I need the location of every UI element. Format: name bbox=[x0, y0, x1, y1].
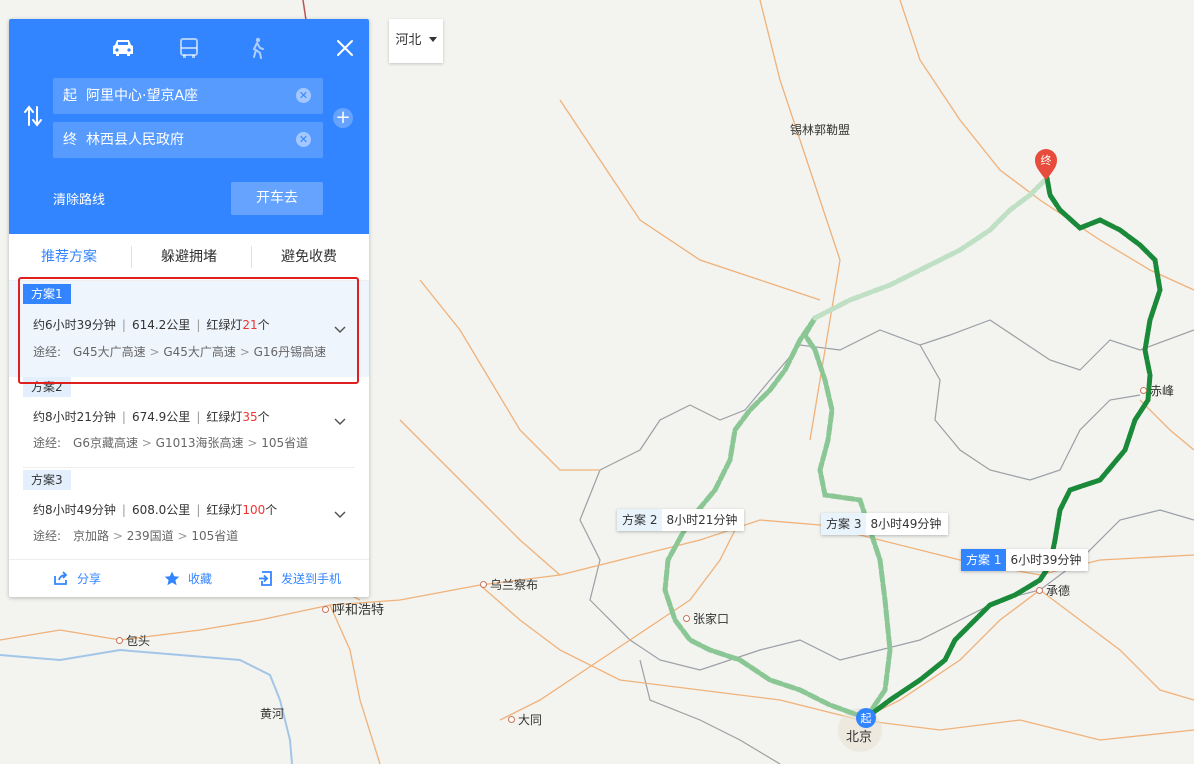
end-tag: 终 bbox=[63, 132, 77, 148]
chevron-down-icon[interactable] bbox=[333, 415, 347, 429]
add-waypoint-icon[interactable]: + bbox=[333, 108, 353, 128]
plan-stats: 约8小时21分钟 | 674.9公里 | 红绿灯35个 bbox=[33, 410, 270, 424]
city-label-datong: 大同 bbox=[508, 711, 542, 728]
plan-lights-count: 35 bbox=[242, 410, 258, 424]
province-select-label: 河北 bbox=[395, 33, 422, 48]
start-marker: 起 bbox=[856, 708, 876, 728]
route-label-1[interactable]: 方案 1 6小时39分钟 bbox=[961, 549, 1089, 571]
plan-time: 约8小时21分钟 bbox=[33, 410, 116, 424]
route-label-name: 方案 1 bbox=[961, 549, 1007, 571]
send-to-phone-button[interactable]: 发送到手机 bbox=[258, 560, 341, 597]
route-label-3[interactable]: 方案 3 8小时49分钟 bbox=[821, 513, 949, 535]
favorite-label: 收藏 bbox=[188, 572, 213, 586]
via-road: G1013海张高速 bbox=[155, 436, 244, 450]
via-road: 京加路 bbox=[73, 529, 110, 543]
start-field[interactable]: 起 阿里中心·望京A座 ✕ bbox=[53, 78, 323, 114]
city-label-zhangjiakou: 张家口 bbox=[683, 610, 729, 627]
star-icon bbox=[164, 571, 180, 586]
city-dot-icon bbox=[116, 637, 123, 644]
via-road: 105省道 bbox=[191, 529, 239, 543]
plan-divider bbox=[23, 467, 355, 468]
province-select[interactable]: 河北 bbox=[389, 19, 443, 63]
route-label-name: 方案 3 bbox=[821, 513, 867, 535]
city-dot-icon bbox=[322, 606, 329, 613]
panel-footer: 分享 收藏 发送到手机 bbox=[9, 559, 369, 597]
city-dot-icon bbox=[1140, 387, 1147, 394]
city-label-xilinguole: 锡林郭勒盟 bbox=[790, 123, 851, 137]
share-label: 分享 bbox=[77, 572, 102, 586]
svg-text:终: 终 bbox=[1041, 153, 1052, 167]
city-label-baotou: 包头 bbox=[116, 632, 150, 649]
plan-distance: 674.9公里 bbox=[131, 410, 191, 424]
plan-via: 途经: 京加路 > 239国道 > 105省道 bbox=[33, 529, 239, 543]
via-road: 105省道 bbox=[261, 436, 309, 450]
end-value: 林西县人民政府 bbox=[86, 132, 184, 148]
plan-item-3[interactable]: 方案3 约8小时49分钟 | 608.0公里 | 红绿灯100个 途经: 京加路 > 23… bbox=[9, 470, 369, 558]
svg-text:起: 起 bbox=[861, 712, 872, 725]
clear-route-link[interactable]: 清除路线 bbox=[53, 189, 105, 208]
route-label-2[interactable]: 方案 2 8小时21分钟 bbox=[617, 509, 745, 531]
plan-lights-suffix: 个 bbox=[265, 503, 278, 517]
favorite-button[interactable]: 收藏 bbox=[164, 560, 212, 597]
city-dot-icon bbox=[480, 581, 487, 588]
swap-icon[interactable] bbox=[23, 105, 43, 127]
plan-lights-suffix: 个 bbox=[257, 410, 270, 424]
bus-icon[interactable] bbox=[175, 37, 203, 59]
tab-avoid-congestion[interactable]: 躲避拥堵 bbox=[129, 234, 249, 280]
route-label-time: 8小时21分钟 bbox=[666, 513, 738, 527]
route-search-header: 起 阿里中心·望京A座 ✕ 终 林西县人民政府 ✕ + 清除路线 开车去 bbox=[9, 19, 369, 234]
plan-stats: 约8小时49分钟 | 608.0公里 | 红绿灯100个 bbox=[33, 503, 278, 517]
tab-recommended[interactable]: 推荐方案 bbox=[9, 234, 129, 280]
chevron-down-icon[interactable] bbox=[333, 508, 347, 522]
clear-start-icon[interactable]: ✕ bbox=[296, 88, 311, 103]
tab-avoid-tolls[interactable]: 避免收费 bbox=[249, 234, 369, 280]
plan-via-label: 途经: bbox=[33, 436, 62, 450]
plan-time: 约8小时49分钟 bbox=[33, 503, 116, 517]
plan-item-2[interactable]: 方案2 约8小时21分钟 | 674.9公里 | 红绿灯35个 途经: G6京藏高速 > … bbox=[9, 377, 369, 469]
send-to-phone-icon bbox=[259, 571, 272, 586]
start-tag: 起 bbox=[63, 88, 77, 104]
city-label-chifeng: 赤峰 bbox=[1140, 382, 1174, 399]
start-value: 阿里中心·望京A座 bbox=[86, 88, 199, 104]
car-icon[interactable] bbox=[109, 37, 137, 59]
plan-lights-label: 红绿灯 bbox=[206, 410, 243, 424]
city-dot-icon bbox=[1036, 587, 1043, 594]
highlight-annotation bbox=[18, 277, 359, 384]
close-icon[interactable] bbox=[335, 38, 355, 58]
river-label-huanghe: 黄河 bbox=[260, 707, 285, 721]
plan-distance: 608.0公里 bbox=[131, 503, 191, 517]
drive-go-button[interactable]: 开车去 bbox=[231, 182, 323, 215]
plan-badge: 方案3 bbox=[23, 470, 71, 490]
via-road: G6京藏高速 bbox=[73, 436, 138, 450]
share-icon bbox=[54, 571, 68, 585]
clear-end-icon[interactable]: ✕ bbox=[296, 132, 311, 147]
send-to-phone-label: 发送到手机 bbox=[281, 572, 342, 586]
plan-lights-count: 100 bbox=[242, 503, 266, 517]
end-field[interactable]: 终 林西县人民政府 ✕ bbox=[53, 122, 323, 158]
route-label-name: 方案 2 bbox=[617, 509, 663, 531]
city-label-wulanchabu: 乌兰察布 bbox=[480, 576, 538, 593]
route-preference-tabs: 推荐方案 躲避拥堵 避免收费 bbox=[9, 234, 369, 281]
route-label-time: 6小时39分钟 bbox=[1010, 553, 1082, 567]
city-dot-icon bbox=[508, 716, 515, 723]
caret-down-icon bbox=[428, 37, 437, 42]
share-button[interactable]: 分享 bbox=[53, 560, 101, 597]
city-label-chengde: 承德 bbox=[1036, 582, 1070, 599]
plan-via: 途经: G6京藏高速 > G1013海张高速 > 105省道 bbox=[33, 436, 309, 450]
route-label-time: 8小时49分钟 bbox=[870, 517, 942, 531]
plan-lights-label: 红绿灯 bbox=[206, 503, 243, 517]
plan-via-label: 途经: bbox=[33, 529, 62, 543]
walk-icon[interactable] bbox=[243, 37, 271, 59]
city-label-huhehaote: 呼和浩特 bbox=[322, 599, 384, 618]
city-dot-icon bbox=[683, 615, 690, 622]
via-road: 239国道 bbox=[126, 529, 174, 543]
city-label-beijing: 北京 bbox=[846, 730, 873, 745]
